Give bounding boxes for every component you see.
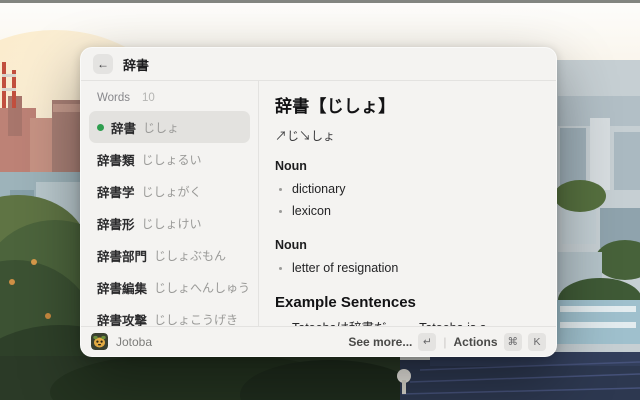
word-title: 辞書【じしょ】	[275, 92, 540, 117]
see-more-button[interactable]: See more... ↵	[348, 333, 436, 351]
search-input[interactable]: 辞書	[123, 55, 149, 74]
item-kanji: 辞書編集	[97, 278, 147, 297]
gloss-list: letter of resignation	[275, 258, 540, 280]
item-reading: じしょぶもん	[154, 247, 226, 264]
item-reading: じしょこうげき	[154, 311, 238, 327]
k-key-icon: K	[528, 333, 546, 351]
gloss: lexicon	[292, 201, 540, 223]
item-kanji: 辞書学	[97, 182, 135, 201]
item-kanji: 辞書	[111, 118, 136, 137]
item-kanji: 辞書部門	[97, 246, 147, 265]
return-key-icon: ↵	[418, 333, 436, 351]
word-list-item[interactable]: 辞書 じしょ	[89, 111, 250, 143]
part-of-speech: Noun	[275, 159, 540, 173]
word-list-item[interactable]: 辞書編集 じしょへんしゅう	[89, 271, 250, 303]
example-sentence: Tatoebaは辞書だ。→Tatoeba is a dictionary.	[292, 318, 540, 326]
item-reading: じしょるい	[142, 151, 202, 168]
footer-actions: See more... ↵ | Actions ⌘ K	[348, 333, 546, 351]
gloss-list: dictionary lexicon	[275, 179, 540, 223]
item-kanji: 辞書類	[97, 150, 135, 169]
results-sidebar: Words 10 辞書 じしょ 辞書類 じしょるい 辞書学 じしょがく 辞書形 …	[81, 81, 259, 326]
item-reading: じしょがく	[142, 183, 202, 200]
window-footer: Jotoba See more... ↵ | Actions ⌘ K	[81, 326, 556, 356]
item-kanji: 辞書形	[97, 214, 135, 233]
word-list-item[interactable]: 辞書形 じしょけい	[89, 207, 250, 239]
window-header: ← 辞書	[81, 48, 556, 81]
actions-label: Actions	[453, 335, 497, 349]
footer-divider: |	[443, 335, 446, 349]
word-list-item[interactable]: 辞書部門 じしょぶもん	[89, 239, 250, 271]
section-label: Words	[97, 92, 130, 104]
see-more-label: See more...	[348, 335, 412, 349]
actions-button[interactable]: Actions ⌘ K	[453, 333, 546, 351]
gloss: dictionary	[292, 179, 540, 201]
example-sentences-heading: Example Sentences	[275, 294, 540, 311]
jotoba-app-icon	[91, 333, 108, 350]
item-kanji: 辞書攻撃	[97, 310, 147, 327]
word-list-item[interactable]: 辞書攻撃 じしょこうげき	[89, 303, 250, 326]
app-name: Jotoba	[116, 335, 152, 349]
word-detail-pane[interactable]: 辞書【じしょ】 ↗じ↘しょ Noun dictionary lexicon No…	[259, 81, 556, 326]
section-count: 10	[142, 92, 155, 104]
example-list: Tatoebaは辞書だ。→Tatoeba is a dictionary. 私は…	[275, 318, 540, 326]
gloss: letter of resignation	[292, 258, 540, 280]
word-list-item[interactable]: 辞書類 じしょるい	[89, 143, 250, 175]
word-list-item[interactable]: 辞書学 じしょがく	[89, 175, 250, 207]
window-body: Words 10 辞書 じしょ 辞書類 じしょるい 辞書学 じしょがく 辞書形 …	[81, 81, 556, 326]
part-of-speech: Noun	[275, 238, 540, 252]
back-button[interactable]: ←	[93, 54, 113, 74]
results-section-header: Words 10	[89, 89, 250, 111]
dictionary-window: ← 辞書 Words 10 辞書 じしょ 辞書類 じしょるい 辞書学 じしょがく	[80, 47, 557, 357]
common-word-dot-icon	[97, 124, 104, 131]
back-arrow-icon: ←	[97, 58, 109, 70]
pitch-accent: ↗じ↘しょ	[275, 127, 540, 144]
item-reading: じしょ	[143, 119, 179, 136]
command-key-icon: ⌘	[504, 333, 523, 351]
item-reading: じしょへんしゅう	[154, 279, 250, 296]
item-reading: じしょけい	[142, 215, 202, 232]
